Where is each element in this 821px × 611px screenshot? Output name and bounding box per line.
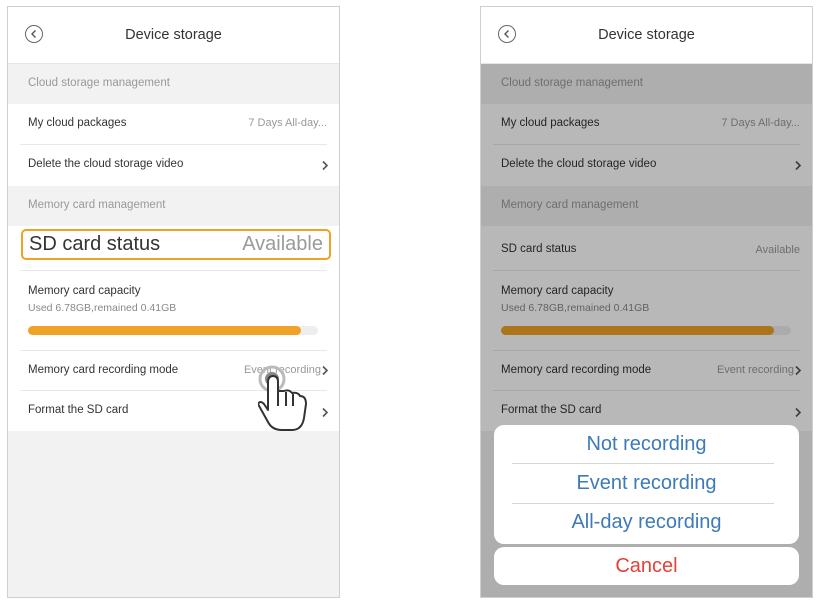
sd-card-status-highlight: SD card status Available: [21, 229, 331, 260]
chevron-right-icon: [322, 365, 329, 376]
cloud-section-label: Cloud storage management: [28, 77, 170, 89]
capacity-progress-bar: [28, 326, 318, 335]
recording-mode-action-sheet: Not recording Event recording All-day re…: [494, 425, 799, 544]
header: Device storage: [481, 7, 812, 64]
capacity-label: Memory card capacity: [28, 285, 141, 297]
format-sd-card-label: Format the SD card: [28, 404, 129, 416]
capacity-progress-fill: [28, 326, 302, 335]
my-cloud-packages-label: My cloud packages: [28, 117, 127, 129]
option-all-day-recording[interactable]: All-day recording: [494, 503, 799, 543]
header: Device storage: [8, 7, 339, 64]
my-cloud-packages-value: 7 Days All-day...: [248, 117, 327, 129]
page-title: Device storage: [598, 27, 695, 43]
memory-section-header: Memory card management: [8, 186, 339, 226]
memory-section-label: Memory card management: [28, 199, 166, 211]
option-not-recording[interactable]: Not recording: [494, 425, 799, 465]
cancel-button[interactable]: Cancel: [494, 547, 799, 585]
chevron-right-icon: [322, 160, 329, 171]
option-event-recording[interactable]: Event recording: [494, 464, 799, 504]
recording-mode-label: Memory card recording mode: [28, 364, 179, 376]
delete-cloud-video-label: Delete the cloud storage video: [28, 158, 184, 170]
cancel-sheet: Cancel: [494, 547, 799, 585]
capacity-detail: Used 6.78GB,remained 0.41GB: [28, 302, 177, 314]
my-cloud-packages-row[interactable]: My cloud packages 7 Days All-day...: [8, 104, 339, 145]
tap-hand-icon: [258, 365, 307, 431]
page-title: Device storage: [125, 27, 222, 43]
empty-area: [8, 431, 339, 597]
cloud-section-header: Cloud storage management: [8, 64, 339, 104]
device-storage-screen-left: Device storage Cloud storage management …: [7, 6, 340, 598]
sd-card-status-value: Available: [242, 233, 323, 255]
chevron-right-icon: [322, 407, 329, 418]
sd-card-status-label: SD card status: [29, 233, 161, 255]
delete-cloud-video-row[interactable]: Delete the cloud storage video: [8, 145, 339, 186]
device-storage-screen-right: Device storage Cloud storage management …: [480, 6, 813, 598]
memory-card-capacity-row: Memory card capacity Used 6.78GB,remaine…: [8, 271, 339, 351]
